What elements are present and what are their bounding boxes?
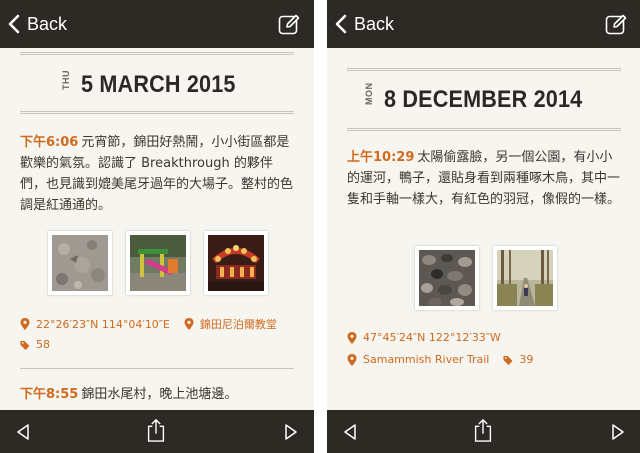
previous-icon[interactable] bbox=[342, 420, 358, 444]
previous-icon[interactable] bbox=[15, 420, 31, 444]
share-icon[interactable] bbox=[473, 418, 493, 442]
location-pin-icon bbox=[347, 353, 357, 366]
back-button[interactable]: Back bbox=[8, 11, 67, 37]
place-link[interactable]: Samammish River Trail bbox=[363, 353, 489, 366]
journal-screen-right: Back MON 8 DECEMBER 2014 上午10:29 太陽偷露臉，另一… bbox=[327, 0, 640, 453]
top-divider bbox=[347, 68, 621, 71]
chevron-left-icon bbox=[8, 14, 20, 34]
tag-count[interactable]: 58 bbox=[36, 338, 50, 351]
entry-time: 下午8:55 bbox=[20, 387, 79, 402]
bottom-toolbar bbox=[0, 410, 314, 453]
tag-count[interactable]: 39 bbox=[519, 353, 533, 366]
compose-icon[interactable] bbox=[605, 13, 627, 35]
tag-icon bbox=[20, 340, 30, 350]
top-divider bbox=[20, 52, 294, 55]
photo-row bbox=[48, 231, 282, 295]
next-icon[interactable] bbox=[610, 420, 626, 444]
photo-row bbox=[415, 246, 571, 310]
navigation-bar: Back bbox=[0, 0, 314, 48]
day-header: MON 8 DECEMBER 2014 bbox=[347, 82, 621, 115]
journal-content[interactable]: THU 5 MARCH 2015 下午6:06 元宵節，錦田好熱鬧，小小街區都是歡… bbox=[0, 48, 314, 410]
navigation-bar: Back bbox=[327, 0, 640, 48]
photo-thumbnail[interactable] bbox=[493, 246, 557, 310]
location-pin-icon bbox=[20, 318, 30, 330]
coordinates-text: 22°26′23″N 114°04′10″E bbox=[36, 317, 170, 331]
place-tag-row: Samammish River Trail 39 bbox=[347, 353, 533, 366]
tag-icon bbox=[503, 355, 513, 365]
photo-thumbnail[interactable] bbox=[126, 231, 190, 295]
stone-ground-photo bbox=[52, 235, 108, 291]
journal-entry[interactable]: 下午6:06 元宵節，錦田好熱鬧，小小街區都是歡樂的氣氛。認識了 Breakthr… bbox=[20, 132, 296, 216]
journal-entry[interactable]: 上午10:29 太陽偷露臉，另一個公園，有小小的運河，鴨子，還貼身看到兩種啄木鳥，… bbox=[347, 147, 623, 210]
entry-time: 下午6:06 bbox=[20, 135, 79, 150]
photo-thumbnail[interactable] bbox=[415, 246, 479, 310]
place-link[interactable]: 錦田尼泊爾教堂 bbox=[200, 316, 277, 332]
day-of-week: MON bbox=[363, 82, 374, 106]
compose-icon[interactable] bbox=[278, 13, 300, 35]
location-pin-icon bbox=[184, 318, 194, 330]
photo-thumbnail[interactable] bbox=[204, 231, 268, 295]
entry-divider bbox=[20, 368, 294, 369]
journal-content[interactable]: MON 8 DECEMBER 2014 上午10:29 太陽偷露臉，另一個公園，有… bbox=[327, 48, 640, 410]
pebbles-photo bbox=[419, 250, 475, 306]
lantern-night-photo bbox=[208, 235, 264, 291]
playground-photo bbox=[130, 235, 186, 291]
back-label: Back bbox=[27, 14, 68, 34]
coordinates-text: 47°45′24″N 122°12′33″W bbox=[363, 331, 501, 344]
tag-row: 58 bbox=[20, 338, 50, 351]
entry-text: 錦田水尾村，晚上池塘邊。 bbox=[81, 387, 238, 402]
chevron-left-icon bbox=[335, 14, 347, 34]
date-divider bbox=[20, 111, 294, 114]
journal-screen-left: Back THU 5 MARCH 2015 下午6:06 元宵節，錦田好熱鬧，小小… bbox=[0, 0, 314, 453]
back-button[interactable]: Back bbox=[335, 11, 394, 37]
entry-time: 上午10:29 bbox=[347, 150, 415, 165]
bottom-toolbar bbox=[327, 410, 640, 453]
next-icon[interactable] bbox=[283, 420, 299, 444]
day-date: 8 DECEMBER 2014 bbox=[383, 86, 583, 113]
share-icon[interactable] bbox=[146, 418, 166, 442]
journal-entry[interactable]: 下午8:55 錦田水尾村，晚上池塘邊。 bbox=[20, 384, 296, 405]
location-row: 47°45′24″N 122°12′33″W bbox=[347, 331, 501, 344]
date-divider bbox=[347, 128, 621, 131]
tree-path-photo bbox=[497, 250, 553, 306]
back-label: Back bbox=[354, 14, 395, 34]
location-pin-icon bbox=[347, 331, 357, 344]
day-of-week: THU bbox=[61, 70, 72, 90]
location-row: 22°26′23″N 114°04′10″E 錦田尼泊爾教堂 bbox=[20, 316, 277, 332]
day-date: 5 MARCH 2015 bbox=[81, 71, 236, 98]
photo-thumbnail[interactable] bbox=[48, 231, 112, 295]
day-header: THU 5 MARCH 2015 bbox=[20, 70, 294, 100]
